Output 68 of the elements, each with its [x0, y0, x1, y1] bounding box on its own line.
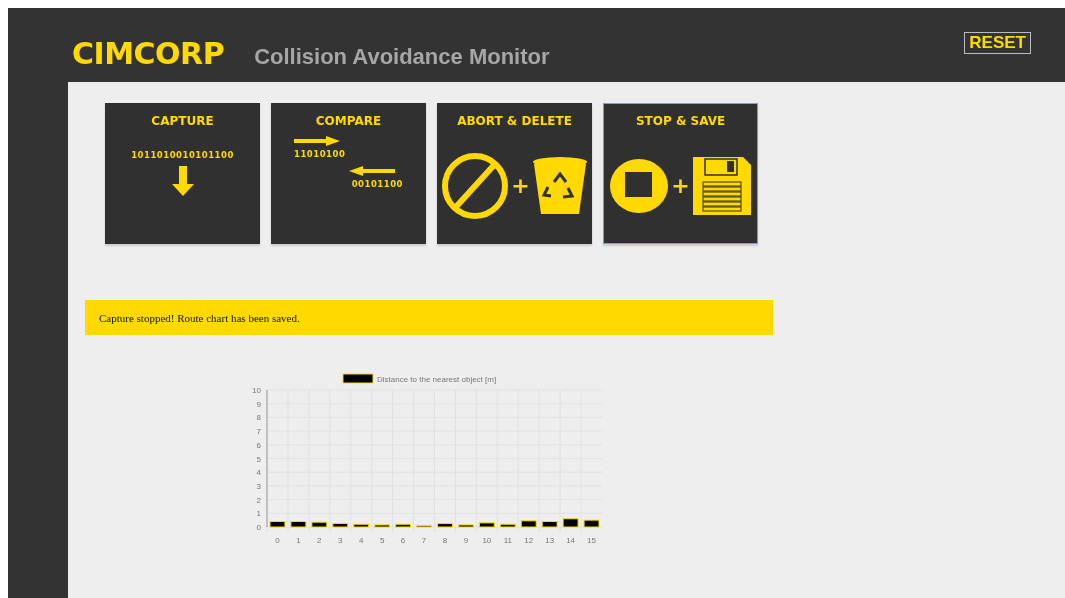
chart-bar: [562, 518, 579, 528]
action-tile[interactable]: CAPTURE 1011010010101100: [105, 103, 260, 244]
legend-label: Distance to the nearest object [m]: [377, 375, 497, 384]
x-tick-label: 7: [421, 536, 427, 545]
binary-code: 1011010010101100: [131, 150, 234, 160]
action-tile[interactable]: COMPARE 11010100 00101100: [271, 103, 426, 244]
action-tile[interactable]: ABORT & DELETE +: [437, 103, 592, 244]
y-tick-label: 8: [256, 413, 261, 423]
chart-bar: [478, 522, 495, 528]
x-tick-label: 3: [338, 536, 343, 545]
x-tick-label: 6: [400, 536, 406, 545]
y-tick-label: 0: [256, 523, 261, 532]
chart-bar: [416, 525, 432, 528]
x-tick-label: 2: [317, 536, 322, 545]
y-tick-label: 4: [256, 468, 261, 478]
y-tick-label: 10: [252, 386, 261, 395]
stop-icon: [610, 158, 669, 213]
y-tick-label: 1: [256, 509, 261, 519]
chart-bar: [332, 523, 349, 528]
x-tick-label: 4: [359, 536, 364, 545]
chart-bar: [499, 523, 516, 528]
x-tick-label: 12: [524, 536, 534, 545]
plus-sign: +: [511, 173, 530, 198]
x-tick-label: 14: [566, 536, 576, 545]
x-tick-label: 11: [503, 536, 512, 545]
y-tick-label: 3: [256, 481, 261, 491]
y-tick-label: 5: [256, 454, 261, 464]
chart-bar: [457, 524, 474, 528]
prohibited-icon: [441, 151, 510, 220]
tile-label: CAPTURE: [151, 114, 214, 128]
x-tick-label: 1: [296, 536, 301, 545]
arrow-down-icon: [171, 166, 194, 196]
plus-sign: +: [671, 173, 690, 198]
binary-code: 00101100: [351, 179, 403, 189]
chart-bar: [583, 519, 600, 528]
chart-bar: [269, 521, 286, 528]
reset-button[interactable]: RESET: [964, 32, 1031, 54]
y-tick-label: 9: [256, 399, 261, 409]
x-tick-label: 10: [482, 536, 492, 545]
x-tick-label: 0: [275, 536, 280, 545]
action-tile[interactable]: STOP & SAVE +: [603, 103, 758, 244]
chart-bar: [374, 524, 391, 528]
x-tick-label: 8: [442, 536, 448, 545]
x-tick-label: 9: [463, 536, 469, 545]
tile-label: COMPARE: [315, 114, 382, 128]
x-tick-label: 5: [379, 536, 385, 545]
x-tick-label: 13: [545, 536, 555, 545]
y-tick-label: 7: [256, 427, 261, 437]
status-message: Capture stopped! Route chart has been saved.: [85, 300, 773, 335]
binary-code: 11010100: [294, 149, 346, 159]
logo: CIMCORP: [72, 36, 225, 71]
x-tick-label: 15: [587, 536, 596, 545]
tile-label: ABORT & DELETE: [457, 114, 572, 128]
legend-swatch: [342, 373, 374, 384]
y-tick-label: 2: [256, 495, 261, 505]
y-tick-label: 6: [256, 440, 261, 450]
app-title: Collision Avoidance Monitor: [254, 44, 550, 70]
chart-bar: [290, 521, 307, 528]
arrow-right-icon: [294, 136, 340, 146]
tile-label: STOP & SAVE: [635, 114, 726, 128]
chart-bar: [541, 521, 558, 528]
chart-bar: [395, 523, 412, 528]
chart-bar: [437, 523, 453, 528]
chart-bar: [353, 523, 370, 528]
recycle-bin-icon: [531, 155, 588, 216]
arrow-left-icon: [349, 166, 395, 176]
chart-bar: [311, 521, 328, 528]
chart-bar: [520, 520, 537, 528]
